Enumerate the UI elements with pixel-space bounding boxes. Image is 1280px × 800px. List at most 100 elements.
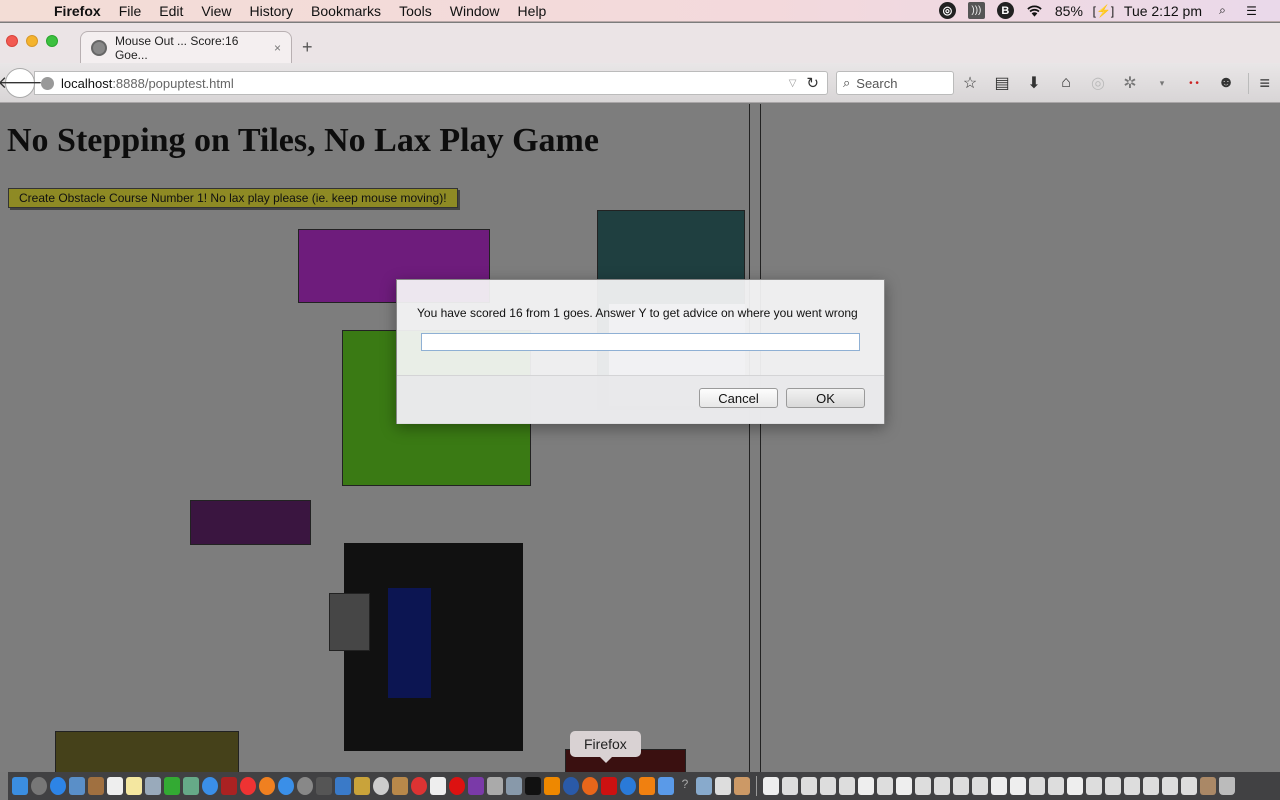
itunes-icon[interactable] (240, 777, 256, 795)
sound-icon[interactable]: ))) (967, 2, 985, 19)
dock-app-icon[interactable] (506, 777, 522, 795)
close-window-button[interactable] (6, 35, 18, 47)
dock-document-icon[interactable] (1105, 777, 1121, 795)
menu-bookmarks[interactable]: Bookmarks (311, 3, 381, 19)
site-identity-icon[interactable] (41, 76, 54, 90)
new-tab-button[interactable]: + (302, 37, 313, 58)
ok-button[interactable]: OK (786, 388, 865, 408)
notification-center-icon[interactable]: ☰ (1243, 2, 1260, 19)
dock-app-icon[interactable] (715, 777, 731, 795)
dock-document-icon[interactable] (877, 777, 893, 795)
bookmark-star-icon[interactable]: ☆ (960, 73, 980, 93)
dock-app-icon[interactable] (354, 777, 370, 795)
hamburger-menu-icon[interactable]: ≡ (1248, 73, 1270, 94)
app-store-icon[interactable] (278, 777, 294, 795)
filezilla-icon[interactable] (601, 777, 617, 795)
calendar-icon[interactable] (107, 777, 123, 795)
dock-document-icon[interactable] (820, 777, 836, 795)
minimize-window-button[interactable] (26, 35, 38, 47)
menu-help[interactable]: Help (518, 3, 547, 19)
history-dropdown-icon[interactable]: ▽ (789, 78, 797, 89)
help-icon[interactable]: ? (677, 777, 693, 795)
dock-document-icon[interactable] (1029, 777, 1045, 795)
notes-icon[interactable] (126, 777, 142, 795)
messages-icon[interactable] (202, 777, 218, 795)
dock-document-icon[interactable] (896, 777, 912, 795)
menu-view[interactable]: View (201, 3, 231, 19)
wifi-icon[interactable] (1026, 2, 1043, 19)
dots-icon[interactable]: • • (1184, 78, 1204, 89)
menu-history[interactable]: History (249, 3, 293, 19)
url-bar[interactable]: localhost :8888/popuptest.html ▽ ↻ (34, 71, 828, 95)
clock[interactable]: Tue 2:12 pm (1124, 3, 1202, 19)
dock-document-icon[interactable] (915, 777, 931, 795)
dock-app-icon[interactable] (373, 777, 389, 795)
dock-document-icon[interactable] (1200, 777, 1216, 795)
dock-document-icon[interactable] (991, 777, 1007, 795)
dock-app-icon[interactable] (658, 777, 674, 795)
vlc-icon[interactable] (639, 777, 655, 795)
cancel-button[interactable]: Cancel (699, 388, 778, 408)
dock-document-icon[interactable] (1162, 777, 1178, 795)
back-button[interactable]: 🡐 (0, 68, 43, 98)
dock-document-icon[interactable] (1010, 777, 1026, 795)
search-input[interactable]: ⌕ Search (836, 71, 954, 95)
dock-document-icon[interactable] (1143, 777, 1159, 795)
tab-close-icon[interactable]: × (274, 41, 281, 55)
dock-document-icon[interactable] (839, 777, 855, 795)
dock-document-icon[interactable] (1067, 777, 1083, 795)
menu-window[interactable]: Window (450, 3, 500, 19)
dock-app-icon[interactable] (316, 777, 332, 795)
dock-app-icon[interactable] (734, 777, 750, 795)
dropdown-icon[interactable]: ▾ (1152, 78, 1172, 89)
dock-document-icon[interactable] (763, 777, 779, 795)
firefox-icon[interactable] (582, 777, 598, 795)
chrome-icon[interactable] (411, 777, 427, 795)
launchpad-icon[interactable] (31, 777, 47, 795)
preview-icon[interactable] (145, 777, 161, 795)
safari-icon[interactable] (50, 777, 66, 795)
extension-icon[interactable]: ✲ (1120, 73, 1140, 93)
b-app-icon[interactable]: B (996, 2, 1014, 19)
dock-document-icon[interactable] (1181, 777, 1197, 795)
dock-app-icon[interactable] (392, 777, 408, 795)
contacts-icon[interactable] (88, 777, 104, 795)
dock-document-icon[interactable] (1124, 777, 1140, 795)
dock-document-icon[interactable] (1086, 777, 1102, 795)
dock-document-icon[interactable] (953, 777, 969, 795)
prompt-input[interactable] (421, 333, 860, 351)
dock-document-icon[interactable] (801, 777, 817, 795)
spotlight-icon[interactable]: ⌕ (1214, 2, 1231, 19)
photo-booth-icon[interactable] (221, 777, 237, 795)
photo-icon[interactable] (183, 777, 199, 795)
dock-app-icon[interactable] (544, 777, 560, 795)
dock-app-icon[interactable] (696, 777, 712, 795)
finder-icon[interactable] (12, 777, 28, 795)
menu-edit[interactable]: Edit (159, 3, 183, 19)
dock-app-icon[interactable] (487, 777, 503, 795)
imovie-icon[interactable] (468, 777, 484, 795)
pocket-icon[interactable]: ◎ (1088, 73, 1108, 93)
dock-document-icon[interactable] (858, 777, 874, 795)
mail-icon[interactable] (69, 777, 85, 795)
smiley-icon[interactable]: ☻ (1216, 74, 1236, 92)
create-obstacle-course-button[interactable]: Create Obstacle Course Number 1! No lax … (8, 188, 458, 208)
dock-app-icon[interactable] (620, 777, 636, 795)
opera-icon[interactable] (449, 777, 465, 795)
terminal-icon[interactable] (525, 777, 541, 795)
reload-icon[interactable]: ↻ (806, 74, 819, 92)
document-icon[interactable] (430, 777, 446, 795)
dock-document-icon[interactable] (782, 777, 798, 795)
b-app-icon[interactable] (563, 777, 579, 795)
reading-list-icon[interactable]: ▤ (992, 73, 1012, 93)
dock-document-icon[interactable] (1048, 777, 1064, 795)
tab-active[interactable]: Mouse Out ... Score:16 Goe... × (80, 31, 292, 63)
menu-tools[interactable]: Tools (399, 3, 432, 19)
facetime-icon[interactable] (164, 777, 180, 795)
download-icon[interactable]: ⬇ (1024, 73, 1044, 93)
home-icon[interactable]: ⌂ (1056, 74, 1076, 92)
dock-document-icon[interactable] (972, 777, 988, 795)
xcode-icon[interactable] (335, 777, 351, 795)
menu-file[interactable]: File (119, 3, 142, 19)
menu-app-firefox[interactable]: Firefox (54, 3, 101, 19)
